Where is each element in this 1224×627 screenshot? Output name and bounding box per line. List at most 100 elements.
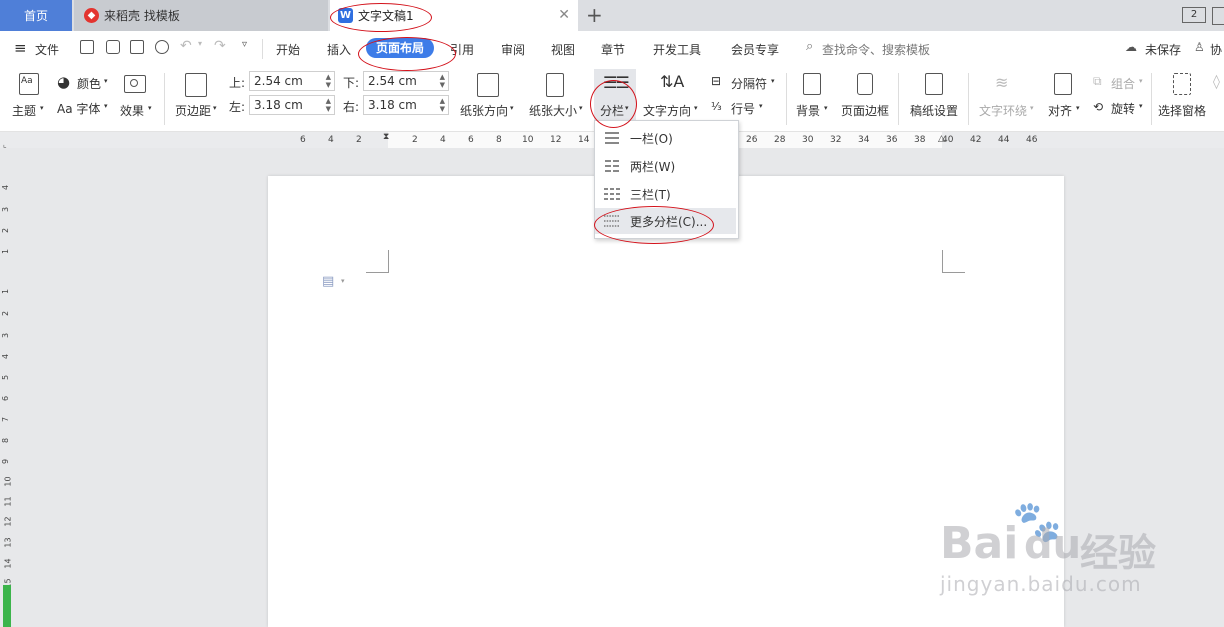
two-columns-icon <box>605 160 619 172</box>
ruler-tick: 4 <box>1 353 11 360</box>
ribbon-separator <box>164 73 165 125</box>
break-button[interactable]: 分隔符 <box>731 75 767 92</box>
line-number-button[interactable]: 行号 <box>731 100 755 117</box>
spinner-arrows-icon[interactable]: ▲ ▼ <box>326 97 331 113</box>
menu-developer[interactable]: 开发工具 <box>653 41 701 58</box>
collaborate-button[interactable]: 协 <box>1210 41 1222 58</box>
text-wrap-icon: ≋ <box>995 73 1009 92</box>
quick-access-more-icon[interactable]: ▿ <box>242 39 247 50</box>
paper-size-dropdown-icon[interactable]: ▾ <box>579 104 583 112</box>
vertical-ruler[interactable]: 4 3 2 1 1 2 3 4 5 6 7 8 9 10 11 12 13 14… <box>0 175 14 627</box>
tab-home[interactable]: 首页 <box>0 0 72 31</box>
save-icon[interactable] <box>80 40 94 54</box>
draft-paper-button[interactable]: 稿纸设置 <box>910 102 958 119</box>
left-margin-input[interactable]: 3.18 cm ▲ ▼ <box>249 95 335 115</box>
margin-dropdown-icon[interactable]: ▾ <box>213 104 217 112</box>
background-dropdown-icon[interactable]: ▾ <box>824 104 828 112</box>
break-dropdown-icon[interactable]: ▾ <box>771 77 775 85</box>
text-direction-icon[interactable]: ⇅A <box>660 72 684 91</box>
ruler-tick: 38 <box>914 135 926 145</box>
bottom-margin-input[interactable]: 2.54 cm ▲ ▼ <box>363 71 449 91</box>
menu-insert[interactable]: 插入 <box>327 41 351 58</box>
tab-daoke[interactable]: ◆ 来稻壳 找模板 <box>74 0 328 31</box>
margin-icon[interactable] <box>185 73 207 97</box>
text-direction-button[interactable]: 文字方向 <box>643 102 691 119</box>
align-button[interactable]: 对齐 <box>1048 102 1072 119</box>
text-wrap-dropdown-icon[interactable]: ▾ <box>1030 104 1034 112</box>
print-icon[interactable] <box>130 40 144 54</box>
color-dropdown-icon[interactable]: ▾ <box>104 77 108 85</box>
close-tab-icon[interactable]: ✕ <box>558 7 570 23</box>
watermark-brand: Bai <box>940 518 1019 569</box>
export-pdf-icon[interactable] <box>106 40 120 54</box>
spinner-arrows-icon[interactable]: ▲ ▼ <box>440 73 445 89</box>
right-indent-marker-icon[interactable]: △ <box>938 134 945 144</box>
unsaved-status[interactable]: 未保存 <box>1145 41 1181 58</box>
line-number-dropdown-icon[interactable]: ▾ <box>759 102 763 110</box>
new-tab-button[interactable]: + <box>586 3 603 27</box>
draft-paper-icon[interactable] <box>925 73 943 95</box>
theme-dropdown-icon[interactable]: ▾ <box>40 104 44 112</box>
page-border-icon[interactable] <box>857 73 873 95</box>
one-column-icon <box>605 132 619 144</box>
baidu-jingyan-watermark: Bai 🐾 du 经验 jingyan.baidu.com <box>940 499 1170 610</box>
margin-button[interactable]: 页边距 <box>175 102 211 119</box>
align-dropdown-icon[interactable]: ▾ <box>1076 104 1080 112</box>
scroll-position-indicator[interactable] <box>3 585 11 627</box>
background-icon[interactable] <box>803 73 821 95</box>
orientation-icon[interactable] <box>477 73 499 97</box>
paper-size-button[interactable]: 纸张大小 <box>529 102 577 119</box>
menu-item-one-column[interactable]: 一栏(O) <box>595 125 736 151</box>
rotate-dropdown-icon[interactable]: ▾ <box>1139 102 1143 110</box>
ruler-tick: 2 <box>1 227 11 234</box>
group-button[interactable]: 组合 <box>1111 75 1135 92</box>
spinner-arrows-icon[interactable]: ▲ ▼ <box>326 73 331 89</box>
effect-dropdown-icon[interactable]: ▾ <box>148 104 152 112</box>
select-pane-icon[interactable] <box>1173 73 1191 95</box>
right-margin-input[interactable]: 3.18 cm ▲ ▼ <box>363 95 449 115</box>
paper-size-icon[interactable] <box>546 73 564 97</box>
top-margin-input[interactable]: 2.54 cm ▲ ▼ <box>249 71 335 91</box>
text-wrap-button[interactable]: 文字环绕 <box>979 102 1027 119</box>
theme-button[interactable]: 主题 <box>12 102 36 119</box>
menu-file[interactable]: 文件 <box>35 41 59 58</box>
menu-home[interactable]: 开始 <box>276 41 300 58</box>
indent-marker-icon[interactable]: ⧗ <box>383 132 389 142</box>
ruler-tick: 14 <box>578 135 590 145</box>
cloud-icon: ☁ <box>1125 40 1137 54</box>
orientation-dropdown-icon[interactable]: ▾ <box>510 104 514 112</box>
rotate-button[interactable]: 旋转 <box>1111 100 1135 117</box>
orientation-button[interactable]: 纸张方向 <box>460 102 508 119</box>
page-border-button[interactable]: 页面边框 <box>841 102 889 119</box>
menu-item-three-columns[interactable]: 三栏(T) <box>595 181 736 207</box>
color-button[interactable]: 颜色 <box>77 75 101 92</box>
align-icon[interactable] <box>1054 73 1072 95</box>
print-preview-icon[interactable] <box>155 40 169 54</box>
daoke-logo-icon: ◆ <box>84 8 99 23</box>
paragraph-dropdown-icon[interactable]: ▾ <box>341 277 345 285</box>
menu-item-three-columns-label: 三栏(T) <box>630 187 671 202</box>
font-dropdown-icon[interactable]: ▾ <box>104 102 108 110</box>
group-dropdown-icon[interactable]: ▾ <box>1139 77 1143 85</box>
undo-dropdown-icon[interactable]: ▾ <box>198 39 202 48</box>
select-pane-button[interactable]: 选择窗格 <box>1158 102 1206 119</box>
menu-view[interactable]: 视图 <box>551 41 575 58</box>
undo-icon[interactable]: ↶ <box>180 38 192 54</box>
menu-review[interactable]: 审阅 <box>501 41 525 58</box>
paragraph-format-icon[interactable]: ▤ <box>322 274 334 289</box>
menu-chapter[interactable]: 章节 <box>601 41 625 58</box>
ruler-tick: 6 <box>1 395 11 402</box>
tab-stop-icon[interactable]: ⌞ <box>3 140 7 149</box>
window-layout-icon[interactable] <box>1212 7 1224 25</box>
menu-member[interactable]: 会员专享 <box>731 41 779 58</box>
text-direction-dropdown-icon[interactable]: ▾ <box>694 104 698 112</box>
effect-button[interactable]: 效果 <box>120 102 144 119</box>
spinner-arrows-icon[interactable]: ▲ ▼ <box>440 97 445 113</box>
background-button[interactable]: 背景 <box>796 102 820 119</box>
menu-item-two-columns[interactable]: 两栏(W) <box>595 153 736 179</box>
font-button[interactable]: Aa 字体 <box>57 100 100 117</box>
hamburger-icon[interactable]: ≡ <box>14 39 27 57</box>
search-command-input[interactable]: 查找命令、搜索模板 <box>822 41 930 58</box>
window-count-button[interactable]: 2 <box>1182 7 1206 23</box>
redo-icon[interactable]: ↷ <box>214 38 226 54</box>
